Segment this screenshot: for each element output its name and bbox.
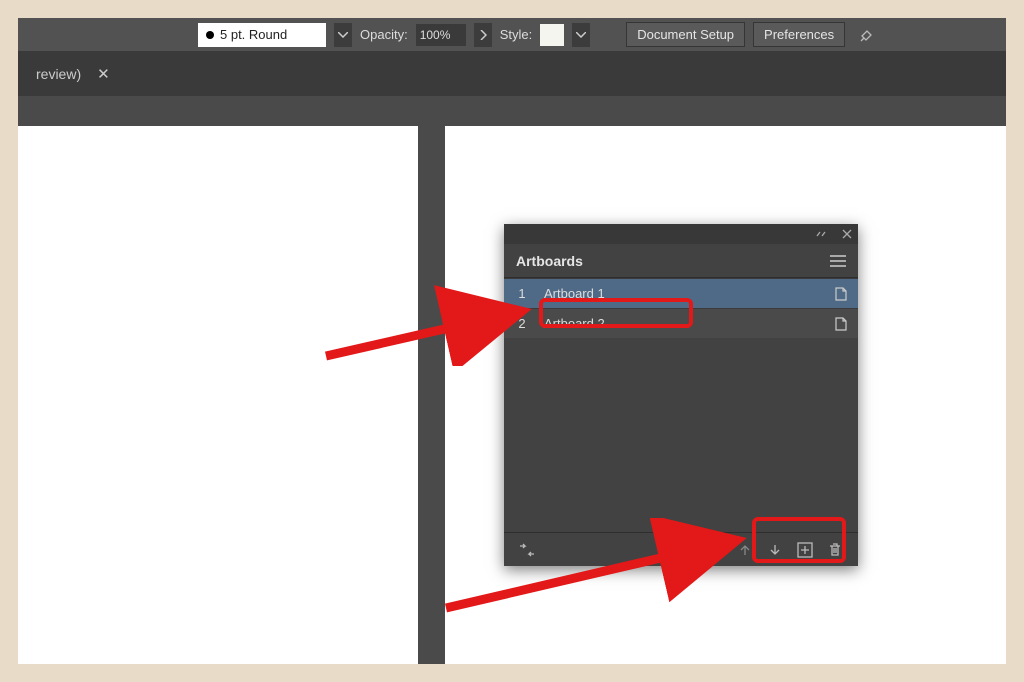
artboards-panel: Artboards 1 Artboard 1 2 Artboard 2 xyxy=(504,224,858,566)
move-artwork-button[interactable] xyxy=(730,536,760,564)
panel-title: Artboards xyxy=(516,253,583,269)
panel-titlebar[interactable] xyxy=(504,224,858,244)
opacity-chevron[interactable] xyxy=(474,23,492,47)
style-swatch[interactable] xyxy=(540,24,564,46)
new-artboard-button[interactable] xyxy=(790,536,820,564)
chevron-right-icon xyxy=(479,30,487,40)
opacity-label: Opacity: xyxy=(360,27,408,42)
delete-artboard-button[interactable] xyxy=(820,536,850,564)
artboard-options-icon[interactable] xyxy=(824,286,858,302)
panel-menu-icon[interactable] xyxy=(830,255,846,267)
panel-header: Artboards xyxy=(504,244,858,278)
artboard-canvas-1[interactable] xyxy=(18,126,418,664)
move-down-button[interactable] xyxy=(760,536,790,564)
page-icon xyxy=(834,316,848,332)
artboard-row-2[interactable]: 2 Artboard 2 xyxy=(504,308,858,338)
stroke-profile-dropdown[interactable]: 5 pt. Round xyxy=(198,23,326,47)
app-frame: 5 pt. Round Opacity: 100% Style: Documen… xyxy=(18,18,1006,664)
document-setup-label: Document Setup xyxy=(637,27,734,42)
preferences-button[interactable]: Preferences xyxy=(753,22,845,47)
style-chevron[interactable] xyxy=(572,23,590,47)
panel-footer xyxy=(504,532,858,566)
artboard-options-icon[interactable] xyxy=(824,316,858,332)
preferences-label: Preferences xyxy=(764,27,834,42)
tab-label: review) xyxy=(36,66,81,82)
up-arrow-icon xyxy=(738,543,752,557)
stroke-dot-icon xyxy=(206,31,214,39)
chevron-down-icon xyxy=(338,32,348,38)
pin-icon xyxy=(858,26,876,44)
trash-icon xyxy=(827,542,843,558)
plus-icon xyxy=(797,542,813,558)
opacity-input[interactable]: 100% xyxy=(416,24,466,46)
document-tabbar: review) ✕ xyxy=(18,51,1006,96)
page-icon xyxy=(834,286,848,302)
artboard-number: 1 xyxy=(504,286,540,301)
artboard-number: 2 xyxy=(504,316,540,331)
rearrange-artboards-button[interactable] xyxy=(512,536,542,564)
control-toolbar: 5 pt. Round Opacity: 100% Style: Documen… xyxy=(18,18,1006,51)
collapse-icon[interactable] xyxy=(816,230,830,238)
artboard-name: Artboard 1 xyxy=(540,286,824,301)
down-arrow-icon xyxy=(768,543,782,557)
opacity-value: 100% xyxy=(420,28,451,42)
close-icon[interactable] xyxy=(842,229,852,239)
artboard-row-1[interactable]: 1 Artboard 1 xyxy=(504,278,858,308)
stroke-label: 5 pt. Round xyxy=(220,27,287,42)
document-setup-button[interactable]: Document Setup xyxy=(626,22,745,47)
panel-body: 1 Artboard 1 2 Artboard 2 xyxy=(504,278,858,338)
stroke-dropdown-chevron[interactable] xyxy=(334,23,352,47)
document-tab[interactable]: review) ✕ xyxy=(18,51,128,96)
pin-icon-button[interactable] xyxy=(853,21,881,49)
chevron-down-icon xyxy=(576,32,586,38)
rearrange-icon xyxy=(518,542,536,558)
tab-close-button[interactable]: ✕ xyxy=(97,65,110,83)
artboard-name: Artboard 2 xyxy=(540,316,824,331)
style-label: Style: xyxy=(500,27,533,42)
